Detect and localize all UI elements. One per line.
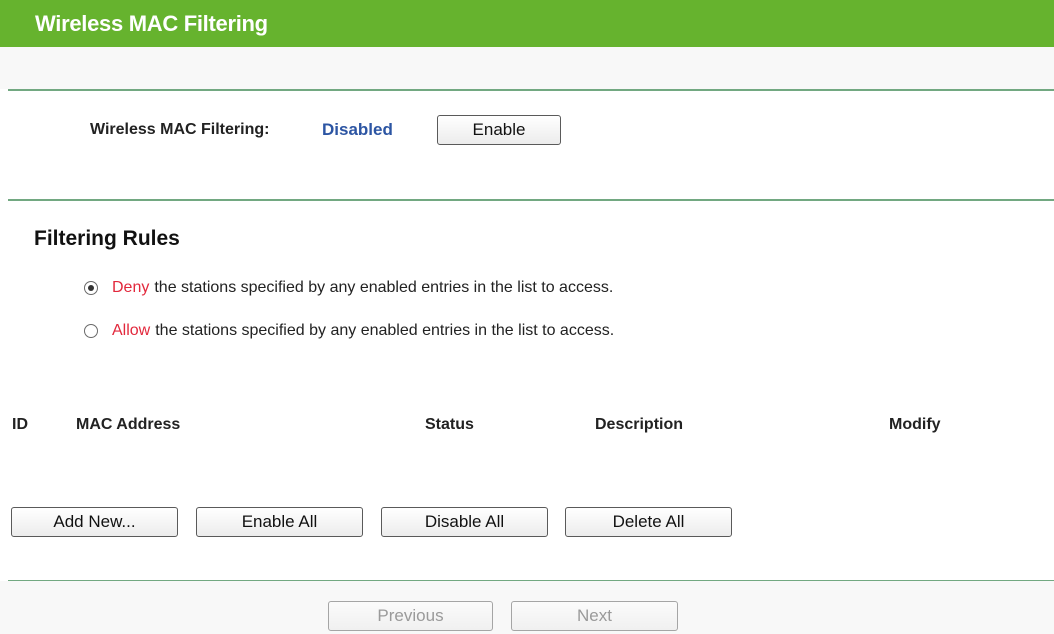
previous-button[interactable]: Previous [328,601,493,631]
page-title: Wireless MAC Filtering [35,11,268,36]
allow-rule-option[interactable]: Allow the stations specified by any enab… [84,322,614,340]
add-new-button[interactable]: Add New... [11,507,178,537]
allow-keyword: Allow [112,322,151,339]
mac-filtering-status: Disabled [322,120,393,139]
mac-filtering-label: Wireless MAC Filtering: [90,121,270,138]
header-spacer-band [0,47,1054,89]
filtering-rules-title: Filtering Rules [34,227,180,250]
enable-button[interactable]: Enable [437,115,561,145]
column-header-mac-address: MAC Address [76,416,181,433]
disable-all-button[interactable]: Disable All [381,507,548,537]
deny-rule-option[interactable]: Deny the stations specified by any enabl… [84,279,613,297]
enable-all-button[interactable]: Enable All [196,507,363,537]
column-header-description: Description [595,416,684,433]
allow-rule-text: the stations specified by any enabled en… [155,322,615,339]
page-header: Wireless MAC Filtering [0,0,1054,47]
allow-radio[interactable] [84,324,98,338]
deny-keyword: Deny [112,279,150,296]
delete-all-button[interactable]: Delete All [565,507,732,537]
divider [8,89,1054,91]
column-header-modify: Modify [889,416,941,433]
deny-rule-text: the stations specified by any enabled en… [154,279,614,296]
column-header-id: ID [12,416,28,433]
divider [8,199,1054,201]
next-button[interactable]: Next [511,601,678,631]
column-header-status: Status [425,416,474,433]
deny-radio[interactable] [84,281,98,295]
